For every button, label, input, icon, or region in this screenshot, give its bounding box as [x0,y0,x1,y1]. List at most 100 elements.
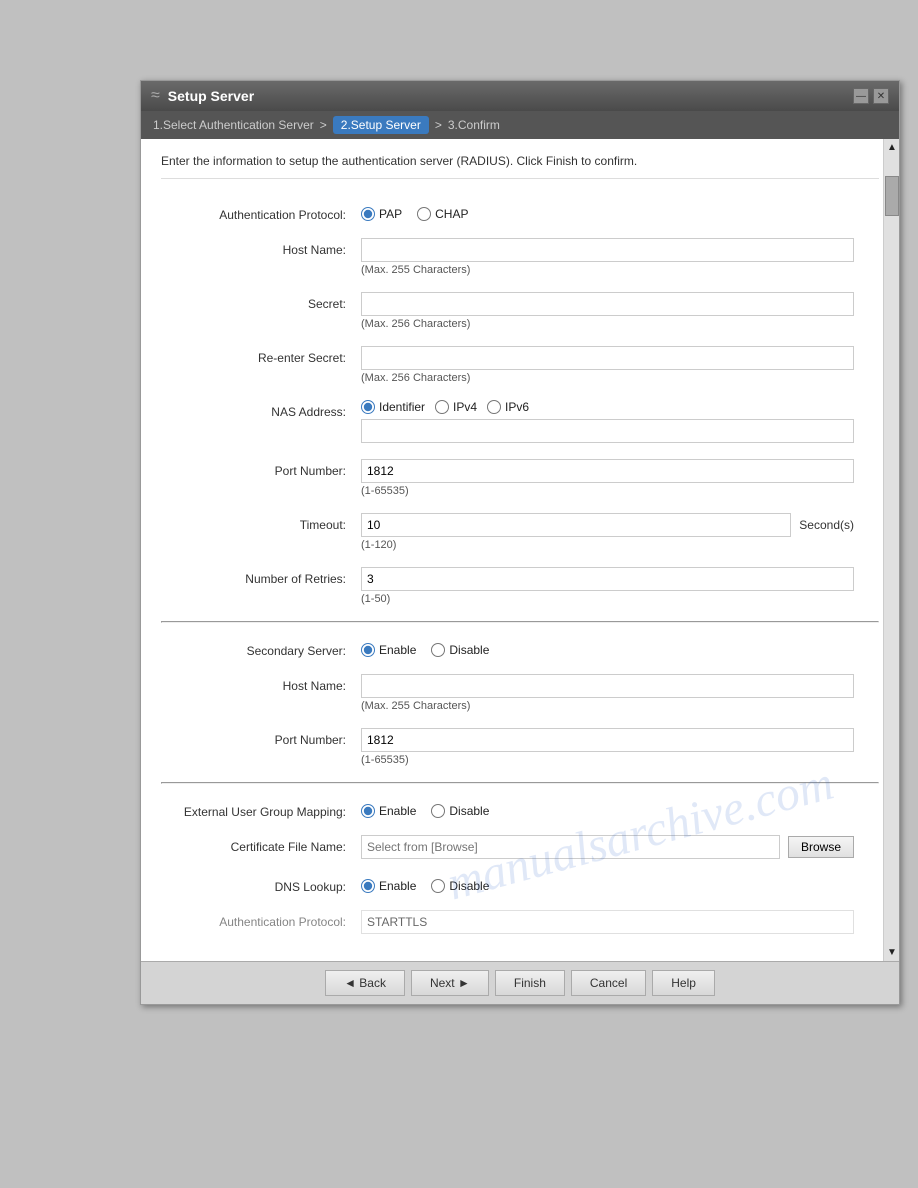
dns-enable-option[interactable]: Enable [361,879,416,893]
ext-disable-option[interactable]: Disable [431,804,489,818]
secret-controls: (Max. 256 Characters) [361,292,879,330]
port-number-input[interactable] [361,459,854,483]
chap-radio[interactable] [417,207,431,221]
ipv6-option[interactable]: IPv6 [487,400,529,414]
retries-row: Number of Retries: (1-50) [161,563,879,609]
minimize-button[interactable]: — [853,88,869,104]
ipv6-radio[interactable] [487,400,501,414]
dns-disable-label: Disable [449,879,489,893]
close-button[interactable]: ✕ [873,88,889,104]
ext-user-group-controls: Enable Disable [361,800,879,818]
help-button[interactable]: Help [652,970,715,996]
identifier-label: Identifier [379,400,425,414]
nas-address-label: NAS Address: [161,400,361,419]
dns-disable-option[interactable]: Disable [431,879,489,893]
chap-option[interactable]: CHAP [417,207,468,221]
window-title: Setup Server [168,88,254,104]
chap-label: CHAP [435,207,468,221]
description-text: Enter the information to setup the authe… [161,154,879,179]
secret-input[interactable] [361,292,854,316]
dns-lookup-radio-group: Enable Disable [361,875,854,893]
breadcrumb-step2: 2.Setup Server [333,116,429,134]
scroll-up-arrow[interactable]: ▲ [884,139,899,156]
timeout-input-group: Second(s) [361,513,854,537]
finish-button[interactable]: Finish [495,970,565,996]
reenter-secret-controls: (Max. 256 Characters) [361,346,879,384]
auth-protocol-bottom-controls [361,910,879,934]
breadcrumb-sep1: > [320,118,327,132]
reenter-secret-label: Re-enter Secret: [161,346,361,365]
pap-radio[interactable] [361,207,375,221]
secondary-port-number-row: Port Number: (1-65535) [161,724,879,770]
ext-disable-label: Disable [449,804,489,818]
secondary-server-label: Secondary Server: [161,639,361,658]
host-name-controls: (Max. 255 Characters) [361,238,879,276]
dns-lookup-row: DNS Lookup: Enable Disable [161,871,879,898]
auth-protocol-radio-group: PAP CHAP [361,203,854,221]
ext-user-group-row: External User Group Mapping: Enable Disa… [161,796,879,823]
timeout-hint: (1-120) [361,539,854,551]
port-number-controls: (1-65535) [361,459,879,497]
ext-enable-radio[interactable] [361,804,375,818]
secondary-enable-radio[interactable] [361,643,375,657]
setup-server-window: ≈ Setup Server — ✕ 1.Select Authenticati… [140,80,900,1005]
secondary-server-radio-group: Enable Disable [361,639,854,657]
browse-button[interactable]: Browse [788,836,854,858]
scrollbar-thumb[interactable] [885,176,899,216]
secondary-enable-label: Enable [379,643,416,657]
ipv4-radio[interactable] [435,400,449,414]
secondary-enable-option[interactable]: Enable [361,643,416,657]
breadcrumb: 1.Select Authentication Server > 2.Setup… [141,111,899,139]
host-name-input[interactable] [361,238,854,262]
back-button[interactable]: ◄ Back [325,970,405,996]
ipv4-option[interactable]: IPv4 [435,400,477,414]
title-bar: ≈ Setup Server — ✕ [141,81,899,111]
ext-disable-radio[interactable] [431,804,445,818]
ext-enable-label: Enable [379,804,416,818]
port-number-label: Port Number: [161,459,361,478]
timeout-input[interactable] [361,513,791,537]
secondary-host-name-controls: (Max. 255 Characters) [361,674,879,712]
cert-file-controls: Browse [361,835,879,859]
secondary-disable-label: Disable [449,643,489,657]
bottom-bar: ◄ Back Next ► Finish Cancel Help [141,961,899,1004]
timeout-label: Timeout: [161,513,361,532]
reenter-secret-input[interactable] [361,346,854,370]
window-icon: ≈ [151,87,160,105]
secondary-disable-option[interactable]: Disable [431,643,489,657]
auth-protocol-bottom-input[interactable] [361,910,854,934]
auth-protocol-label: Authentication Protocol: [161,203,361,222]
dns-enable-label: Enable [379,879,416,893]
dns-disable-radio[interactable] [431,879,445,893]
secondary-server-controls: Enable Disable [361,639,879,657]
pap-option[interactable]: PAP [361,207,402,221]
dns-lookup-controls: Enable Disable [361,875,879,893]
auth-protocol-bottom-row: Authentication Protocol: [161,906,879,938]
ext-user-group-label: External User Group Mapping: [161,800,361,819]
retries-hint: (1-50) [361,593,854,605]
ext-enable-option[interactable]: Enable [361,804,416,818]
identifier-radio[interactable] [361,400,375,414]
timeout-row: Timeout: Second(s) (1-120) [161,509,879,555]
secondary-disable-radio[interactable] [431,643,445,657]
nas-address-controls: Identifier IPv4 IPv6 [361,400,879,443]
retries-controls: (1-50) [361,567,879,605]
auth-protocol-controls: PAP CHAP [361,203,879,221]
port-number-row: Port Number: (1-65535) [161,455,879,501]
nas-address-input[interactable] [361,419,854,443]
scroll-down-arrow[interactable]: ▼ [884,944,899,961]
ext-user-group-radio-group: Enable Disable [361,800,854,818]
next-button[interactable]: Next ► [411,970,489,996]
identifier-option[interactable]: Identifier [361,400,425,414]
secret-label: Secret: [161,292,361,311]
secondary-host-name-input[interactable] [361,674,854,698]
host-name-hint: (Max. 255 Characters) [361,264,854,276]
title-bar-left: ≈ Setup Server [151,87,254,105]
secondary-port-number-input[interactable] [361,728,854,752]
dns-enable-radio[interactable] [361,879,375,893]
retries-input[interactable] [361,567,854,591]
secret-hint: (Max. 256 Characters) [361,318,854,330]
cert-file-input[interactable] [361,835,780,859]
scrollbar[interactable]: ▲ ▼ [883,139,899,961]
cancel-button[interactable]: Cancel [571,970,646,996]
